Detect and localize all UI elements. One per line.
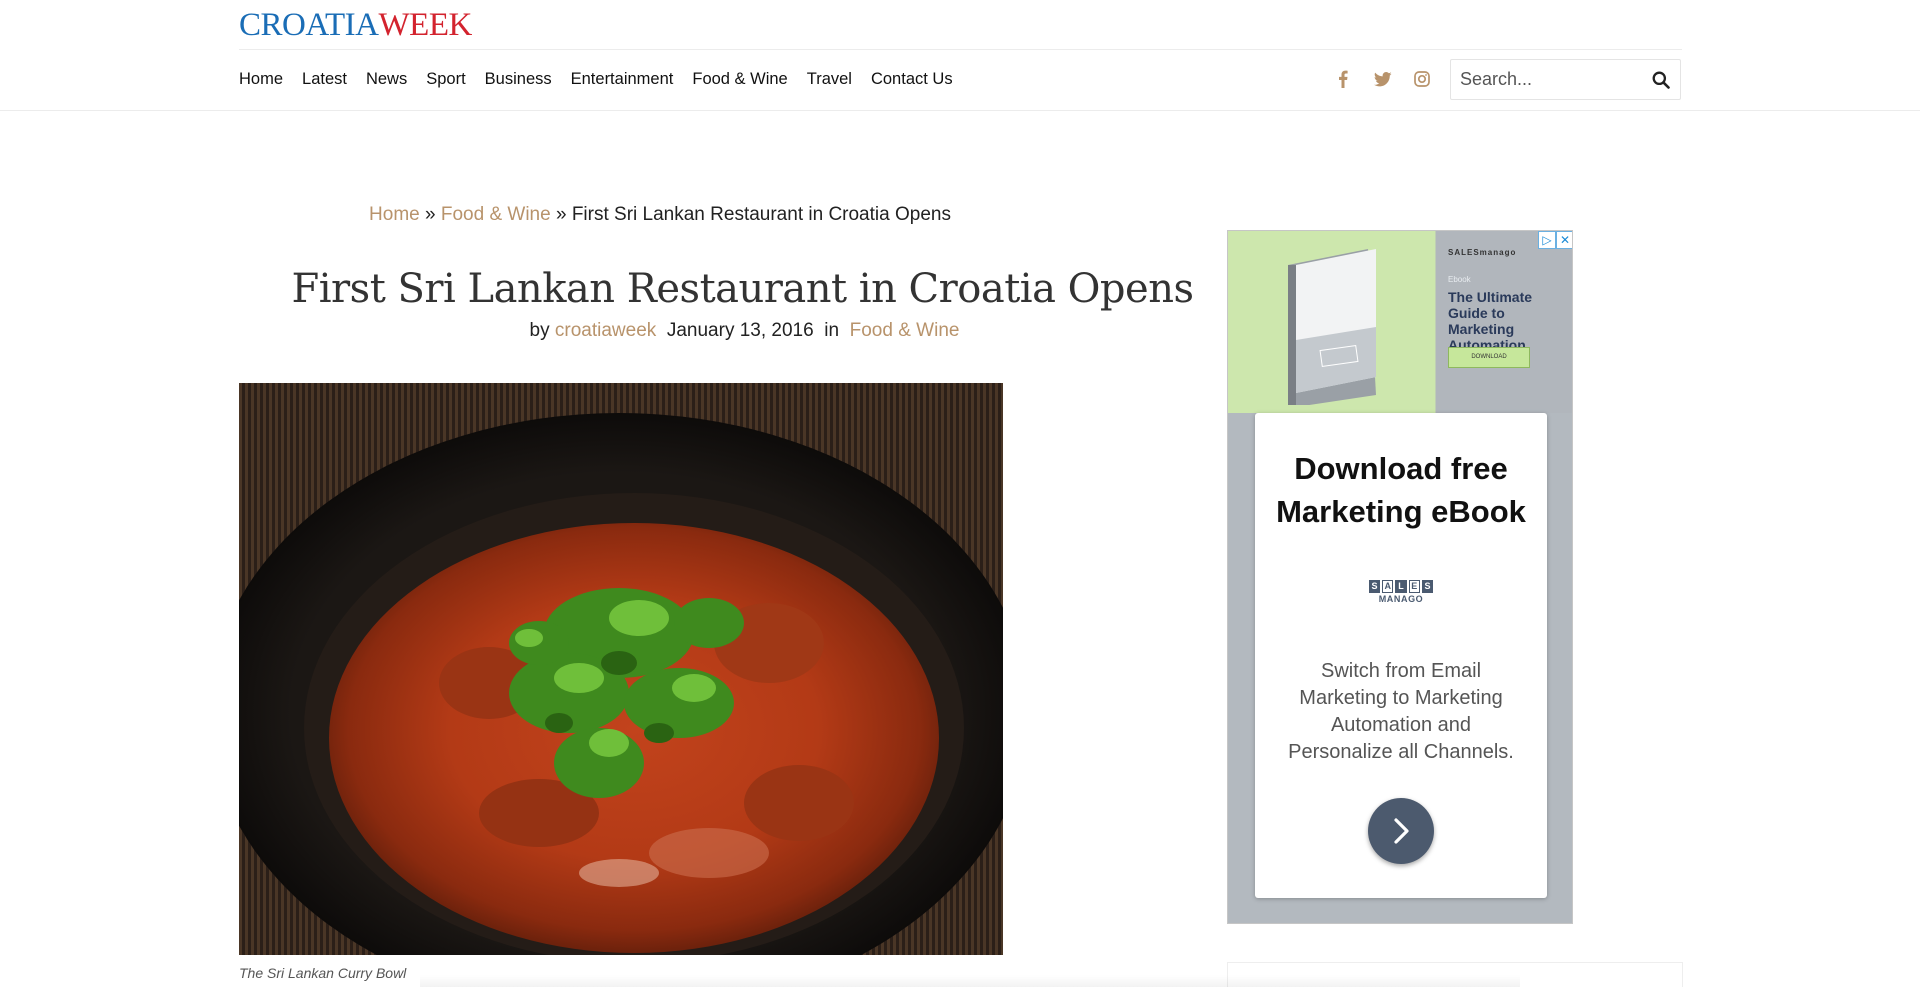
- ad-small-label: Ebook: [1448, 275, 1471, 284]
- image-caption: The Sri Lankan Curry Bowl: [239, 965, 407, 981]
- ad-brand-logo: S A L E S MANAGO: [1369, 580, 1433, 604]
- facebook-icon[interactable]: [1338, 66, 1348, 92]
- site-logo[interactable]: CROATIA WEEK: [239, 4, 472, 46]
- nav-item-sport[interactable]: Sport: [426, 70, 465, 89]
- logo-letter: E: [1408, 580, 1420, 593]
- ad-body-text: Switch from Email Marketing to Marketing…: [1288, 660, 1514, 763]
- nav-item-business[interactable]: Business: [485, 70, 552, 89]
- ad-download-button-small[interactable]: DOWNLOAD: [1448, 347, 1530, 368]
- ebook-cover-image: [1288, 249, 1376, 405]
- logo-letter: S: [1369, 580, 1381, 593]
- ad-card-title: Download free Marketing eBook: [1276, 451, 1526, 529]
- article-featured-image[interactable]: [239, 383, 1003, 955]
- breadcrumb-category[interactable]: Food & Wine: [441, 204, 551, 225]
- logo-letter: A: [1382, 580, 1394, 593]
- adchoices-icon[interactable]: ▷: [1538, 231, 1556, 249]
- publish-date: January 13, 2016: [666, 320, 814, 341]
- breadcrumb-separator: »: [555, 204, 567, 225]
- breadcrumb-home[interactable]: Home: [369, 204, 420, 225]
- breadcrumb-separator: »: [425, 204, 436, 225]
- breadcrumb-current: First Sri Lankan Restaurant in Croatia O…: [571, 204, 951, 225]
- chevron-right-icon: [1394, 818, 1409, 844]
- header-bottom-border: [0, 110, 1920, 111]
- ad-brand-small: SALESmanago: [1448, 248, 1517, 257]
- search-box: [1450, 59, 1681, 100]
- nav-item-travel[interactable]: Travel: [807, 70, 852, 89]
- main-nav: Home Latest News Sport Business Entertai…: [239, 66, 972, 92]
- ad-close-icon[interactable]: ✕: [1556, 231, 1572, 249]
- search-icon[interactable]: [1652, 71, 1670, 94]
- ad-card[interactable]: Download free Marketing eBook S A L E S …: [1255, 413, 1547, 898]
- logo-letter: L: [1395, 580, 1407, 593]
- nav-item-news[interactable]: News: [366, 70, 407, 89]
- nav-item-contact-us[interactable]: Contact Us: [871, 70, 953, 89]
- nav-item-entertainment[interactable]: Entertainment: [571, 70, 674, 89]
- adchoices-badge[interactable]: ▷ ✕: [1538, 231, 1572, 249]
- logo-letter: S: [1421, 580, 1433, 593]
- nav-item-food-wine[interactable]: Food & Wine: [692, 70, 787, 89]
- header-divider: [239, 49, 1682, 50]
- nav-item-latest[interactable]: Latest: [302, 70, 347, 89]
- ad-banner-top: SALESmanago Ebook The Ultimate Guide to …: [1228, 231, 1572, 413]
- search-input[interactable]: [1451, 69, 1641, 90]
- nav-item-home[interactable]: Home: [239, 70, 283, 89]
- sidebar-advertisement[interactable]: SALESmanago Ebook The Ultimate Guide to …: [1227, 230, 1573, 924]
- bottom-shadow: [420, 975, 1520, 987]
- logo-part-week: WEEK: [378, 6, 473, 43]
- ad-next-button[interactable]: [1368, 798, 1434, 864]
- logo-subtext: MANAGO: [1378, 594, 1424, 604]
- category-link[interactable]: Food & Wine: [850, 320, 960, 341]
- author-link[interactable]: croatiaweek: [555, 320, 656, 341]
- twitter-icon[interactable]: [1374, 66, 1392, 92]
- instagram-icon[interactable]: [1414, 66, 1430, 92]
- ad-small-headline: The Ultimate Guide to Marketing Automati…: [1448, 289, 1533, 353]
- logo-part-croatia: CROATIA: [239, 6, 379, 43]
- breadcrumb: Home » Food & Wine » First Sri Lankan Re…: [0, 204, 1320, 226]
- by-label: by: [529, 320, 550, 341]
- in-label: in: [824, 320, 840, 341]
